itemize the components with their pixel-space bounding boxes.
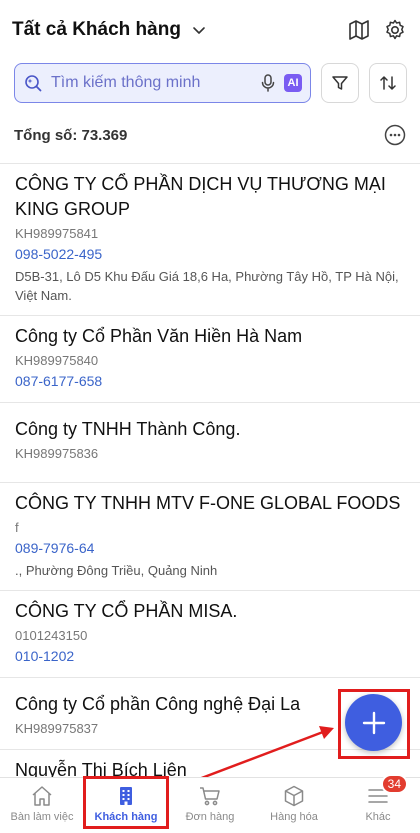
tab-highlight-box	[83, 776, 169, 829]
customer-name: Công ty Cổ Phần Văn Hiền Hà Nam	[15, 326, 303, 346]
tab-orders[interactable]: Đơn hàng	[168, 778, 252, 833]
total-count-label: Tổng số: 73.369	[14, 126, 128, 144]
tab-label: Đơn hàng	[185, 811, 235, 823]
sort-button[interactable]	[369, 63, 407, 103]
customer-name: Nguyễn Thị Bích Liên	[15, 760, 187, 777]
customer-code: KH989975841	[15, 226, 99, 241]
customer-phone[interactable]: 089-7976-64	[15, 538, 405, 559]
notification-badge: 34	[380, 774, 408, 794]
box-icon	[284, 785, 304, 807]
customer-name: CÔNG TY CỔ PHẦN MISA.	[15, 601, 238, 621]
filter-icon	[332, 76, 348, 90]
list-item[interactable]: CÔNG TY TNHH MTV F-ONE GLOBAL FOODS f 08…	[0, 483, 420, 591]
chevron-down-icon[interactable]	[191, 22, 207, 38]
tab-products[interactable]: Hàng hóa	[252, 778, 336, 833]
smart-search-box[interactable]: AI	[14, 63, 311, 103]
list-item[interactable]: Công ty Cổ Phần Văn Hiền Hà Nam KH989975…	[0, 316, 420, 403]
customer-name: Công ty TNHH Thành Công.	[15, 419, 241, 439]
customer-code: f	[15, 520, 19, 535]
customer-phone[interactable]: 087-6177-658	[15, 371, 405, 392]
customer-address: D5B-31, Lô D5 Khu Đấu Giá 18,6 Ha, Phườn…	[15, 269, 399, 303]
sort-icon	[380, 76, 396, 90]
home-icon	[32, 786, 52, 806]
ai-badge[interactable]: AI	[284, 74, 302, 92]
list-item[interactable]: CÔNG TY CỔ PHẦN MISA. 0101243150 010-120…	[0, 591, 420, 678]
sparkle-search-icon	[25, 75, 42, 92]
customer-code: KH989975840	[15, 353, 99, 368]
tab-label: Hàng hóa	[270, 811, 318, 823]
list-item[interactable]: CÔNG TY CỔ PHẦN DỊCH VỤ THƯƠNG MẠI KING …	[0, 164, 420, 316]
customer-name: CÔNG TY CỔ PHẦN DỊCH VỤ THƯƠNG MẠI KING …	[15, 174, 386, 219]
customer-list: CÔNG TY CỔ PHẦN DỊCH VỤ THƯƠNG MẠI KING …	[0, 164, 420, 777]
list-item[interactable]: Công ty TNHH Thành Công. KH989975836	[0, 403, 420, 483]
more-options-icon[interactable]	[384, 124, 406, 146]
total-row: Tổng số: 73.369	[14, 118, 406, 152]
filter-button[interactable]	[321, 63, 359, 103]
customer-code: KH989975836	[15, 446, 99, 461]
customer-address: ., Phường Đông Triều, Quảng Ninh	[15, 563, 218, 578]
customer-phone[interactable]: 098-5022-495	[15, 244, 405, 265]
tab-workspace[interactable]: Bàn làm việc	[0, 778, 84, 833]
search-input[interactable]	[51, 74, 258, 92]
cart-icon	[200, 787, 220, 806]
customer-name: CÔNG TY TNHH MTV F-ONE GLOBAL FOODS	[15, 493, 401, 513]
header: Tất cả Khách hàng	[0, 0, 420, 60]
map-icon[interactable]	[346, 17, 372, 43]
page-title[interactable]: Tất cả Khách hàng	[12, 19, 181, 41]
tab-label: Khác	[365, 811, 391, 823]
customer-code: 0101243150	[15, 628, 88, 643]
microphone-icon[interactable]	[258, 73, 278, 93]
add-customer-button[interactable]	[345, 694, 402, 751]
tab-label: Bàn làm việc	[10, 811, 74, 823]
plus-icon	[362, 711, 385, 734]
tab-more[interactable]: Khác 34	[336, 774, 420, 833]
bottom-tab-bar: Bàn làm việc Khách hàng Đơn hàng Hàng hó…	[0, 774, 420, 833]
search-row: AI	[14, 63, 408, 103]
customer-phone[interactable]: 010-1202	[15, 646, 405, 667]
gear-icon[interactable]	[382, 17, 408, 43]
